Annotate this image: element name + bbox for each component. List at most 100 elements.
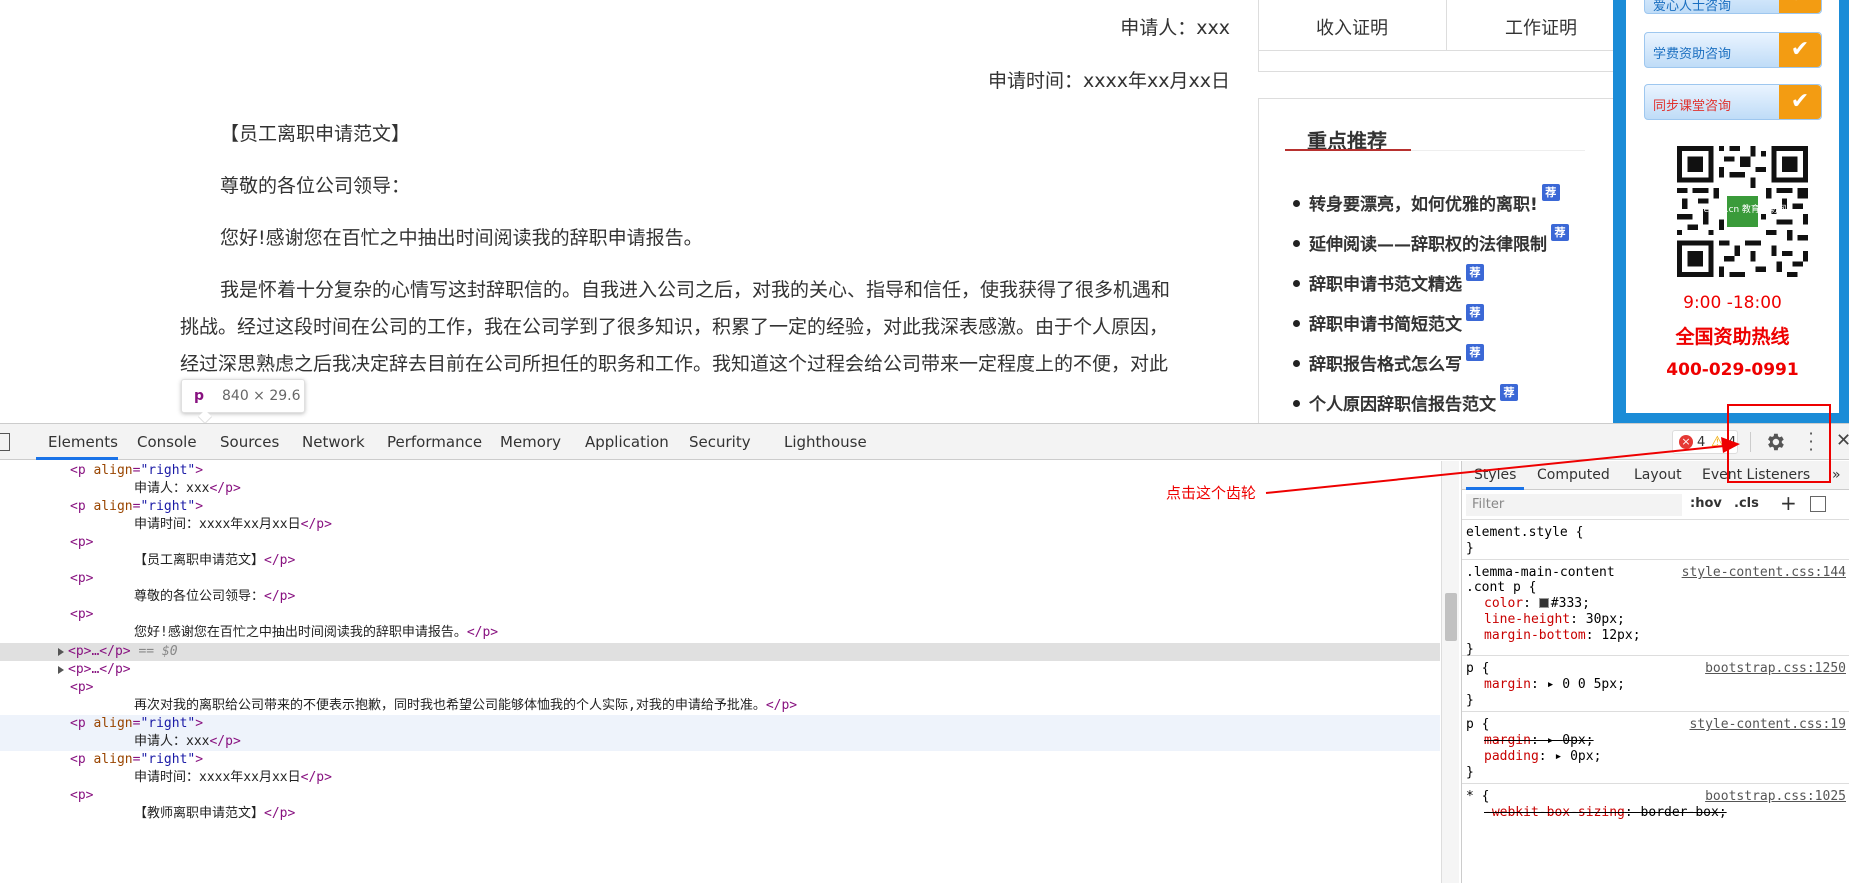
tab-income-proof[interactable]: 收入证明: [1316, 14, 1388, 40]
dom-node-row-hovered[interactable]: <p>…</p> == $0: [0, 643, 1440, 661]
class-toggle[interactable]: .cls: [1734, 496, 1759, 511]
tab-performance[interactable]: Performance: [387, 433, 482, 451]
tab-network[interactable]: Network: [302, 433, 365, 451]
dom-text-row[interactable]: 申请时间：xxxx年xx月xx日</p>: [0, 769, 1440, 787]
tab-application[interactable]: Application: [585, 433, 669, 451]
dom-text-row[interactable]: 申请时间：xxxx年xx月xx日</p>: [0, 516, 1440, 534]
tab-elements[interactable]: Elements: [48, 433, 118, 451]
styles-filter-input[interactable]: Filter: [1466, 494, 1682, 516]
style-property-overridden[interactable]: -webkit-box-sizing: border-box;: [1484, 805, 1727, 820]
tab-work-proof[interactable]: 工作证明: [1505, 14, 1577, 40]
expand-triangle-icon[interactable]: [58, 647, 64, 656]
property-name: margin: [1484, 677, 1531, 692]
consult-button-donor[interactable]: 爱心人士咨询 ✔: [1644, 0, 1822, 14]
new-rule-icon[interactable]: +: [1780, 491, 1797, 515]
more-tabs-icon[interactable]: »: [1832, 467, 1841, 483]
scrollbar-thumb[interactable]: [1445, 593, 1457, 641]
recommend-item[interactable]: 转身要漂亮，如何优雅的离职!荐: [1309, 184, 1560, 215]
tab-security[interactable]: Security: [689, 433, 751, 451]
style-rule-bootstrap-p: p { bootstrap.css:1250 margin: ▸ 0 0 5px…: [1462, 656, 1849, 712]
article: 申请人：xxx 申请时间：xxxx年xx月xx日 【员工离职申请范文】 尊敬的各…: [180, 0, 1230, 423]
dom-node-row[interactable]: <p align="right">: [0, 462, 1440, 480]
service-hours: 9:00 -18:00: [1683, 293, 1782, 313]
dom-node-row[interactable]: <p>: [0, 787, 1440, 805]
recommend-item[interactable]: 个人原因辞职信报告范文荐: [1309, 384, 1518, 415]
rule-source-link[interactable]: bootstrap.css:1025: [1705, 789, 1846, 804]
tab-lighthouse[interactable]: Lighthouse: [784, 433, 867, 451]
qr-code-image: cee22.cn 教育资助网: [1677, 146, 1808, 277]
dom-text-row[interactable]: 【员工离职申请范文】</p>: [0, 552, 1440, 570]
style-property[interactable]: margin-bottom: 12px;: [1484, 628, 1641, 643]
recommend-item[interactable]: 辞职申请书简短范文荐: [1309, 304, 1484, 335]
recommend-item-label[interactable]: 个人原因辞职信报告范文: [1309, 395, 1496, 415]
style-property[interactable]: line-height: 30px;: [1484, 612, 1625, 627]
dom-text: 【员工离职申请范文】: [134, 553, 265, 568]
consult-button-label: 同步课堂咨询: [1653, 99, 1732, 114]
tab-console[interactable]: Console: [137, 433, 197, 451]
element-size-tooltip: p 840 × 29.6: [181, 379, 305, 423]
bullet: [1293, 400, 1300, 407]
tab-sources[interactable]: Sources: [220, 433, 279, 451]
style-property[interactable]: padding: ▸ 0px;: [1484, 749, 1601, 764]
style-property-overridden[interactable]: margin: ▸ 0px;: [1484, 733, 1594, 748]
computed-sidebar-toggle-icon[interactable]: [1810, 496, 1826, 512]
hotline-phone: 400-029-0991: [1666, 360, 1799, 380]
recommend-item-label[interactable]: 辞职报告格式怎么写: [1309, 355, 1462, 375]
recommend-item[interactable]: 延伸阅读——辞职权的法律限制荐: [1309, 224, 1569, 255]
rule-source-link[interactable]: style-content.css:19: [1689, 717, 1846, 732]
device-toggle-icon[interactable]: [0, 433, 10, 451]
rule-source-link[interactable]: style-content.css:144: [1682, 565, 1846, 580]
property-value: 0px;: [1570, 749, 1602, 764]
dom-text-row[interactable]: 您好!感谢您在百忙之中抽出时间阅读我的辞职申请报告。</p>: [0, 624, 1440, 642]
tab-computed[interactable]: Computed: [1537, 467, 1610, 483]
consult-button-class[interactable]: 同步课堂咨询 ✔: [1644, 84, 1822, 120]
dom-node-row[interactable]: <p>: [0, 534, 1440, 552]
dom-node-row[interactable]: <p align="right">: [0, 751, 1440, 769]
tab-memory[interactable]: Memory: [500, 433, 561, 451]
style-rule-content-p: p { style-content.css:19 margin: ▸ 0px; …: [1462, 712, 1849, 784]
recommend-item[interactable]: 辞职申请书范文精选荐: [1309, 264, 1484, 295]
check-icon: ✔: [1779, 33, 1821, 67]
color-swatch[interactable]: [1538, 598, 1549, 608]
dom-text: 申请人：xxx: [134, 481, 210, 496]
consult-button-tuition[interactable]: 学费资助咨询 ✔: [1644, 32, 1822, 68]
dom-node-row[interactable]: <p>: [0, 606, 1440, 624]
dom-text-row[interactable]: 再次对我的离职给公司带来的不便表示抱歉，同时我也希望公司能够体恤我的个人实际,对…: [0, 697, 1440, 715]
apply-time-text: 申请时间：xxxx年xx月xx日: [988, 70, 1230, 92]
recommend-item-label[interactable]: 辞职申请书范文精选: [1309, 275, 1462, 295]
property-name: padding: [1484, 749, 1539, 764]
rule-selector[interactable]: p {: [1466, 717, 1489, 732]
rule-selector[interactable]: p {: [1466, 661, 1489, 676]
dom-node-row[interactable]: <p>: [0, 679, 1440, 697]
rule-selector[interactable]: * {: [1466, 789, 1489, 804]
recommend-item-label[interactable]: 辞职申请书简短范文: [1309, 315, 1462, 335]
rule-selector[interactable]: .lemma-main-content: [1466, 565, 1615, 580]
expand-triangle-icon[interactable]: [58, 665, 64, 674]
paragraph-1: 您好!感谢您在百忙之中抽出时间阅读我的辞职申请报告。: [220, 227, 703, 249]
hover-state-toggle[interactable]: :hov: [1690, 496, 1722, 511]
dom-node-row-selected[interactable]: <p align="right"> 申请人：xxx</p>: [0, 715, 1440, 751]
dom-text-row[interactable]: 【教师离职申请范文】</p>: [0, 805, 1440, 823]
rule-source-link[interactable]: bootstrap.css:1250: [1705, 661, 1846, 676]
dom-node-row[interactable]: <p>…</p>: [0, 661, 1440, 679]
property-name: -webkit-box-sizing: [1484, 805, 1625, 820]
dom-text-row[interactable]: 尊敬的各位公司领导：</p>: [0, 588, 1440, 606]
rule-selector[interactable]: .cont p {: [1466, 580, 1536, 595]
elements-tree: <p align="right"> 申请人：xxx</p> <p align="…: [0, 461, 1440, 883]
style-property[interactable]: margin: ▸ 0 0 5px;: [1484, 677, 1625, 692]
style-property[interactable]: color: #333;: [1484, 596, 1590, 611]
tab-styles[interactable]: Styles: [1474, 467, 1516, 483]
elements-scrollbar[interactable]: [1441, 461, 1459, 883]
recommend-item-label[interactable]: 转身要漂亮，如何优雅的离职!: [1309, 195, 1538, 215]
recommend-item-label[interactable]: 延伸阅读——辞职权的法律限制: [1309, 235, 1547, 255]
certificate-tabs: 收入证明 工作证明: [1258, 0, 1615, 72]
recommend-box: 重点推荐 转身要漂亮，如何优雅的离职!荐 延伸阅读——辞职权的法律限制荐 辞职申…: [1258, 98, 1615, 423]
close-devtools-icon[interactable]: ✕: [1836, 430, 1849, 451]
dom-text: 您好!感谢您在百忙之中抽出时间阅读我的辞职申请报告。: [134, 625, 467, 640]
dom-node-row[interactable]: <p>: [0, 570, 1440, 588]
tab-layout[interactable]: Layout: [1634, 467, 1682, 483]
recommend-item[interactable]: 辞职报告格式怎么写荐: [1309, 344, 1484, 375]
rule-selector[interactable]: element.style {: [1466, 525, 1583, 540]
dom-text: 申请时间：xxxx年xx月xx日: [134, 517, 301, 532]
consult-panel: 爱心人士咨询 ✔ 学费资助咨询 ✔ 同步课堂咨询 ✔: [1613, 0, 1849, 423]
